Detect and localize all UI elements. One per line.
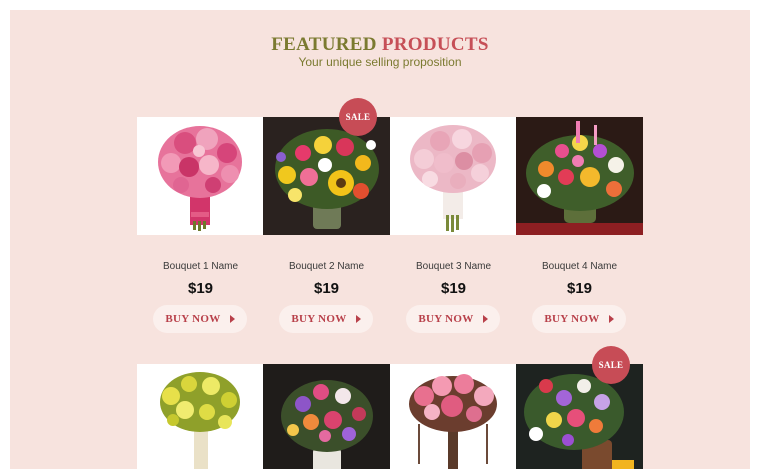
buy-now-label: BUY NOW [291,313,347,325]
section-title-word-2: PRODUCTS [381,34,489,55]
product-name[interactable]: Bouquet 1 Name [137,261,264,272]
product-image-4[interactable] [516,117,643,235]
product-name[interactable]: Bouquet 4 Name [516,261,643,272]
product-card-3: Bouquet 3 Name $19 BUY NOW [390,117,517,333]
buy-now-label: BUY NOW [418,313,474,325]
product-card-6 [263,364,390,469]
product-image-8[interactable] [516,364,643,469]
arrow-right-icon [608,315,614,323]
buy-now-button[interactable]: BUY NOW [279,305,373,333]
buy-now-label: BUY NOW [165,313,221,325]
product-name[interactable]: Bouquet 3 Name [390,261,517,272]
product-image-7[interactable] [390,364,517,469]
product-image-1[interactable] [137,117,264,235]
product-card-1: Bouquet 1 Name $19 BUY NOW [137,117,264,333]
section-subtitle: Your unique selling proposition [298,55,462,69]
product-image-5[interactable] [137,364,264,469]
featured-products-section: FEATURED PRODUCTS Your unique selling pr… [10,10,750,469]
arrow-right-icon [355,315,361,323]
product-price: $19 [187,280,214,297]
section-title: FEATURED PRODUCTS [10,34,750,56]
arrow-right-icon [482,315,488,323]
buy-now-button[interactable]: BUY NOW [532,305,626,333]
buy-now-button[interactable]: BUY NOW [406,305,500,333]
sale-badge: SALE [592,346,630,384]
buy-now-button[interactable]: BUY NOW [153,305,247,333]
product-card-4: Bouquet 4 Name $19 BUY NOW [516,117,643,333]
product-price: $19 [313,280,340,297]
product-card-8 [516,364,643,469]
product-price: $19 [440,280,467,297]
product-card-7 [390,364,517,469]
product-image-2[interactable] [263,117,390,235]
section-title-word-1: FEATURED [271,34,377,55]
product-name[interactable]: Bouquet 2 Name [263,261,390,272]
product-price: $19 [566,280,593,297]
product-card-2: Bouquet 2 Name $19 BUY NOW [263,117,390,333]
buy-now-label: BUY NOW [544,313,600,325]
product-image-3[interactable] [390,117,517,235]
product-card-5 [137,364,264,469]
product-image-6[interactable] [263,364,390,469]
arrow-right-icon [229,315,235,323]
sale-badge: SALE [339,98,377,136]
